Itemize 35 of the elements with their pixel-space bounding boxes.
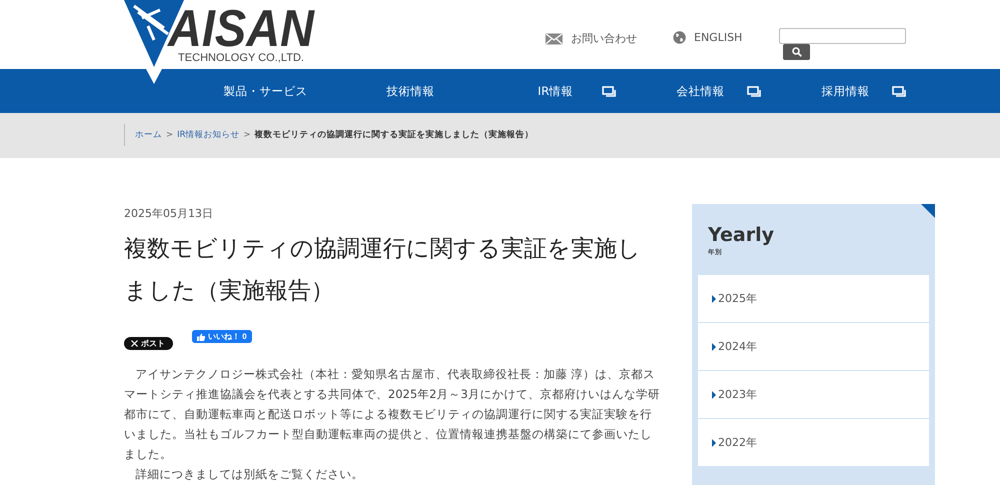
article-paragraph: アイサンテクノロジー株式会社（本社：愛知県名古屋市、代表取締役社長：加藤 淳）は、京都スマートシティ推進協議会を代表とする共同体で、2025年2月～3月にかけて、京都府けいはんな学研都市にて、自動運転車両と配送ロボット等による複数モビリティの協調運行に関する実証実験を行いました。当社もゴルフカート型自動運転車両の提供と、位置情報連携基盤の構築にて参画いたしました。	[124, 366, 660, 463]
triangle-right-icon	[712, 390, 716, 398]
sidebar-title: Yearly	[708, 224, 775, 246]
breadcrumb-link[interactable]: ホーム	[135, 129, 162, 141]
breadcrumb-separator: >	[244, 130, 251, 140]
post-button[interactable]: ポスト	[124, 337, 173, 350]
breadcrumb-link[interactable]: IR情報お知らせ	[177, 129, 240, 141]
breadcrumb-separator: >	[166, 130, 174, 140]
triangle-right-icon	[712, 342, 716, 350]
search-icon	[792, 47, 802, 57]
globe-icon	[673, 31, 686, 44]
x-logo-icon	[131, 340, 138, 347]
like-button[interactable]: いいね！ 0	[192, 330, 252, 343]
nav-link[interactable]: IR情報	[538, 84, 574, 98]
language-link[interactable]: ENGLISH	[673, 28, 742, 44]
triangle-right-icon	[712, 438, 716, 446]
year-link[interactable]: 2023年	[698, 371, 929, 418]
contact-link[interactable]: お問い合わせ	[545, 28, 637, 46]
mail-icon	[545, 32, 563, 44]
thumbs-up-icon	[197, 332, 205, 340]
article-title: 複数モビリティの協調運行に関する実証を実施しました（実施報告）	[124, 235, 642, 306]
article-paragraph: 詳細につきましては別紙をご覧ください。	[134, 466, 364, 483]
nav-link[interactable]: 技術情報	[386, 84, 434, 98]
nav-link[interactable]: 採用情報	[822, 84, 870, 98]
corner-fold-icon	[921, 204, 935, 218]
year-link[interactable]: 2024年	[698, 323, 929, 370]
search-field[interactable]	[779, 28, 906, 44]
nav-link[interactable]: 製品・サービス	[224, 84, 308, 98]
year-link[interactable]: 2025年	[698, 275, 929, 322]
breadcrumb-current: 複数モビリティの協調運行に関する実証を実施しました（実施報告）	[254, 129, 534, 141]
search-button[interactable]	[783, 44, 810, 60]
triangle-right-icon	[712, 294, 716, 302]
nav-link[interactable]: 会社情報	[676, 84, 724, 98]
article-date: 2025年05月13日	[124, 206, 214, 222]
year-link[interactable]: 2022年	[698, 419, 929, 466]
